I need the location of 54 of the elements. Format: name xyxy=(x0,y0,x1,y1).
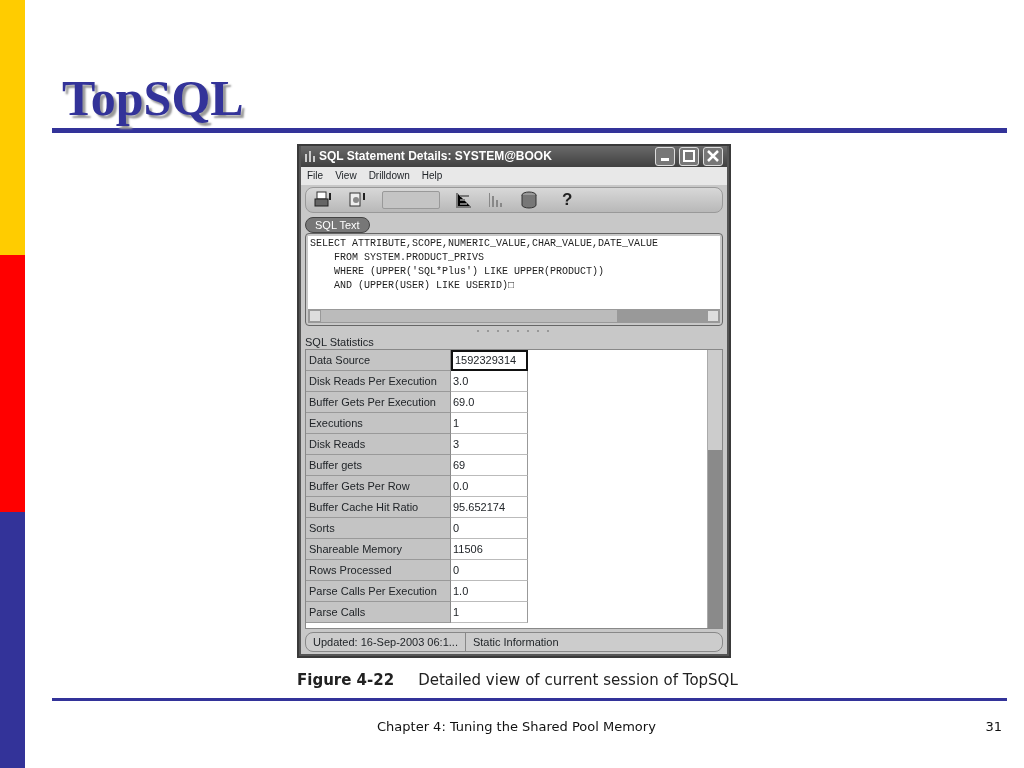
row-header: Buffer Gets Per Execution xyxy=(306,392,451,413)
vertical-scrollbar[interactable] xyxy=(707,350,722,628)
row-header: Parse Calls Per Execution xyxy=(306,581,451,602)
figure-caption: Detailed view of current session of TopSQL xyxy=(418,671,738,689)
printer-icon[interactable] xyxy=(314,190,332,209)
table-cell[interactable]: 95.652174 xyxy=(451,497,528,518)
row-header: Disk Reads xyxy=(306,434,451,455)
footer-text: Chapter 4: Tuning the Shared Pool Memory xyxy=(377,717,656,736)
row-header: Buffer gets xyxy=(306,455,451,476)
row-header: Disk Reads Per Execution xyxy=(306,371,451,392)
table-cell[interactable]: 0 xyxy=(451,560,528,581)
document-icon[interactable] xyxy=(348,190,366,209)
close-button[interactable] xyxy=(703,146,723,166)
status-text: Static Information xyxy=(471,635,560,650)
row-header: Sorts xyxy=(306,518,451,539)
window-title: SQL Statement Details: SYSTEM@BOOK xyxy=(319,148,552,166)
table-cell[interactable]: 69.0 xyxy=(451,392,528,413)
menu-item[interactable]: File xyxy=(301,168,330,183)
table-cell[interactable]: 1592329314 xyxy=(451,350,528,371)
minimize-icon xyxy=(661,157,669,161)
maximize-icon xyxy=(683,150,695,163)
row-header: Rows Processed xyxy=(306,560,451,581)
status-text: Updated: 16-Sep-2003 06:1... xyxy=(306,633,466,651)
table-cell[interactable]: 1 xyxy=(451,602,528,623)
section-label: SQL Statistics xyxy=(305,336,375,349)
app-icon xyxy=(305,150,315,163)
table-cell[interactable]: 1.0 xyxy=(451,581,528,602)
table-cell[interactable]: 3.0 xyxy=(451,371,528,392)
row-header: Data Source xyxy=(306,350,451,371)
menu-item[interactable]: View xyxy=(329,168,363,183)
table-cell[interactable]: 1 xyxy=(451,413,528,434)
minimize-button[interactable] xyxy=(655,146,675,166)
table-cell[interactable]: 69 xyxy=(451,455,528,476)
table-cell[interactable]: 0.0 xyxy=(451,476,528,497)
row-header: Shareable Memory xyxy=(306,539,451,560)
maximize-button[interactable] xyxy=(679,146,699,166)
table-cell[interactable]: 0 xyxy=(451,518,528,539)
close-icon xyxy=(707,150,719,163)
help-button[interactable]: ? xyxy=(562,190,573,209)
dropdown-field[interactable] xyxy=(382,190,440,209)
row-header: Buffer Gets Per Row xyxy=(306,476,451,497)
row-header: Buffer Cache Hit Ratio xyxy=(306,497,451,518)
table-cell[interactable]: 3 xyxy=(451,434,528,455)
menu-item[interactable]: Help xyxy=(415,168,449,183)
figure-label: Figure 4-22 xyxy=(297,671,395,689)
row-header: Executions xyxy=(306,413,451,434)
database-icon[interactable] xyxy=(520,190,538,209)
section-label: SQL Text xyxy=(305,216,370,233)
row-header: Parse Calls xyxy=(306,602,451,623)
table-cell[interactable]: 11506 xyxy=(451,539,528,560)
menu-item[interactable]: Drilldown xyxy=(362,168,416,183)
sql-text-area: SELECT ATTRIBUTE,SCOPE,NUMERIC_VALUE,CHAR_VALUE,DATE_VALUE FROM SYSTEM.PRODUCT_PRIVS WHERE (UPPER('SQL*Plus') LIKE UPPER(PRODUCT)) AND (UPPER(USER) LIKE USERID)□ xyxy=(308,236,720,309)
page-number: 31 xyxy=(985,717,1002,736)
slide-title: TopSQL xyxy=(62,70,245,128)
